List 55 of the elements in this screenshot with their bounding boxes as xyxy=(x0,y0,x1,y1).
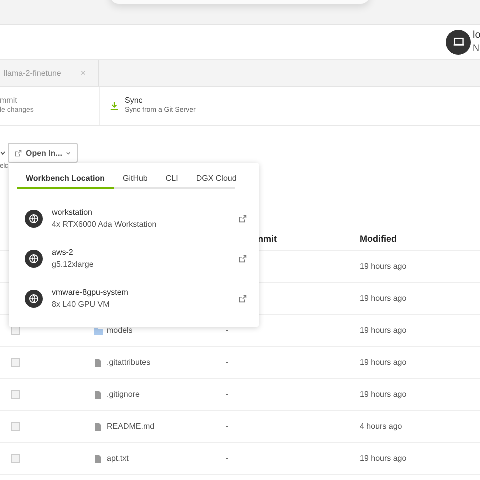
column-header: nmit xyxy=(258,234,278,244)
table-cell-text: - xyxy=(226,358,230,367)
location-detail: 4x RTX6000 Ada Workstation xyxy=(52,219,158,231)
globe-icon xyxy=(25,210,43,228)
row-checkbox[interactable] xyxy=(11,422,20,431)
external-link-icon[interactable] xyxy=(239,255,247,263)
caret-icon xyxy=(66,150,72,156)
globe-icon xyxy=(25,290,43,308)
file-name[interactable]: .gitignore xyxy=(107,390,140,399)
menu-tab[interactable]: DGX Cloud xyxy=(187,169,246,189)
row-checkbox[interactable] xyxy=(11,454,20,463)
laptop-icon xyxy=(452,36,464,48)
open-in-button[interactable]: Open In... xyxy=(8,143,78,163)
external-link-icon[interactable] xyxy=(239,295,247,303)
file-name[interactable]: apt.txt xyxy=(107,454,129,463)
table-cell-text: 4 hours ago xyxy=(360,422,404,431)
action-title: mmit xyxy=(0,96,18,106)
table-cell-text: - xyxy=(226,390,230,399)
menu-tab[interactable]: GitHub xyxy=(114,169,157,189)
location-detail: 8x L40 GPU VM xyxy=(52,299,111,311)
table-cell-text: 19 hours ago xyxy=(360,390,408,399)
location-name: workstation xyxy=(52,207,94,219)
external-link-icon xyxy=(15,150,22,156)
avatar-circle[interactable] xyxy=(446,30,471,54)
table-cell-text: 19 hours ago xyxy=(360,326,408,335)
table-cell-text: 19 hours ago xyxy=(360,262,408,271)
file-icon xyxy=(94,454,103,462)
file-name[interactable]: models xyxy=(107,326,133,335)
file-name[interactable]: .gitattributes xyxy=(107,358,151,367)
location-name: aws-2 xyxy=(52,247,74,259)
action-title: Sync xyxy=(125,96,144,106)
caret-icon[interactable] xyxy=(0,150,6,156)
user-org: N xyxy=(473,42,480,54)
row-checkbox[interactable] xyxy=(11,358,20,367)
location-detail: g5.12xlarge xyxy=(52,259,95,271)
table-cell-text: 19 hours ago xyxy=(360,294,408,303)
column-header: Modified xyxy=(360,234,398,244)
menu-tab[interactable]: CLI xyxy=(156,169,188,189)
globe-icon xyxy=(25,250,43,268)
download-icon xyxy=(110,102,119,110)
row-checkbox[interactable] xyxy=(11,390,20,399)
table-cell-text: - xyxy=(226,422,230,431)
external-link-icon[interactable] xyxy=(239,215,247,223)
file-icon xyxy=(94,390,103,398)
user-name: lo xyxy=(473,30,480,42)
table-cell-text: - xyxy=(226,326,230,335)
file-icon xyxy=(94,358,103,366)
location-name: vmware-8gpu-system xyxy=(52,287,130,299)
file-icon xyxy=(94,422,103,430)
table-cell-text: 19 hours ago xyxy=(360,454,408,463)
menu-tab[interactable]: Workbench Location xyxy=(17,169,114,189)
tab-label: llama-2-finetune xyxy=(4,68,62,78)
table-cell-text: 19 hours ago xyxy=(360,358,408,367)
file-name[interactable]: README.md xyxy=(107,422,155,431)
table-cell-text: - xyxy=(226,454,230,463)
